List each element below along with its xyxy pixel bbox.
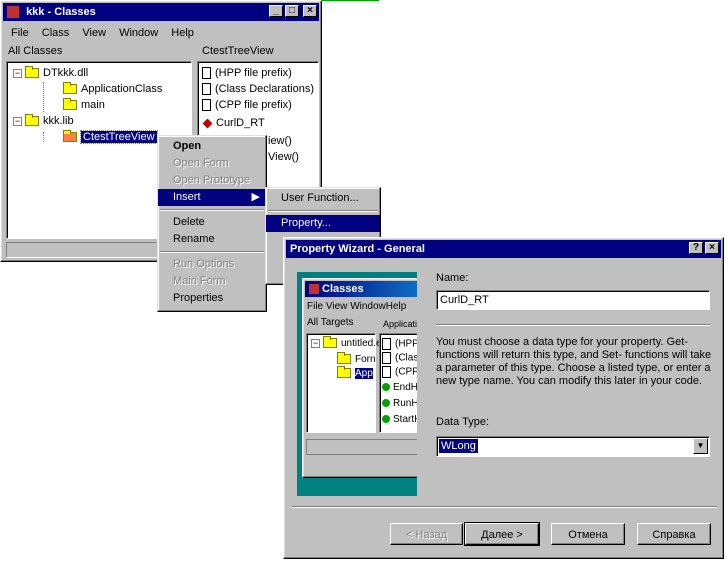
context-menu: Open Open Form Open Prototype Insert ▶ De… (157, 135, 267, 312)
menu-item-open-prototype[interactable]: Open Prototype (158, 172, 266, 189)
next-button[interactable]: Далее > (464, 522, 540, 546)
property-wizard-dialog: Property Wizard - General ? × Classes Fi… (283, 237, 724, 559)
menu-item-rename[interactable]: Rename (158, 231, 266, 248)
close-icon[interactable]: × (705, 242, 719, 254)
collapse-icon[interactable]: − (13, 68, 22, 78)
classes-titlebar[interactable]: kkk - Classes _ □ × (3, 3, 319, 21)
background-edge-line (319, 0, 379, 1)
preview-right-header: Applicatio (383, 319, 417, 329)
menu-item-insert[interactable]: Insert ▶ (158, 189, 266, 206)
classes-window-title: kkk - Classes (26, 6, 96, 18)
members-header: CtestTreeView (202, 45, 274, 57)
collapse-icon: − (311, 337, 320, 348)
app-icon (7, 6, 19, 19)
menu-item-open-form[interactable]: Open Form (158, 155, 266, 172)
document-icon (202, 83, 211, 96)
property-icon (202, 118, 213, 129)
menu-item-properties[interactable]: Properties (158, 290, 266, 307)
collapse-icon[interactable]: − (13, 116, 22, 126)
member-item[interactable]: (Class Declarations) (202, 83, 314, 96)
menu-class[interactable]: Class (42, 27, 70, 39)
member-item[interactable]: CurlD_RT (202, 117, 265, 129)
tree-item-selected[interactable]: CtestTreeView (63, 130, 158, 144)
all-classes-header: All Classes (8, 45, 63, 57)
tree-item[interactable]: main (63, 98, 105, 111)
dropdown-arrow-icon[interactable]: ▼ (693, 438, 708, 454)
menu-window[interactable]: Window (119, 27, 158, 39)
submenu-arrow-icon: ▶ (251, 191, 260, 203)
tree-item[interactable]: − DTkkk.dll (13, 66, 88, 79)
type-description: You must choose a data type for your pro… (436, 336, 712, 387)
preview-titlebar: Classes (305, 281, 417, 297)
tree-line (43, 82, 44, 112)
method-icon (382, 399, 390, 408)
menu-item-delete[interactable]: Delete (158, 214, 266, 231)
preview-tree: − untitled.e Forn App (306, 333, 382, 433)
document-icon (202, 99, 211, 112)
member-item[interactable]: (CPP file prefix) (202, 99, 292, 112)
tree-item[interactable]: − kkk.lib (13, 114, 74, 127)
document-icon (202, 67, 211, 80)
name-label: Name: (436, 272, 469, 284)
maximize-icon[interactable]: □ (285, 5, 299, 17)
tree-line (43, 132, 44, 142)
member-item[interactable]: (HPP file prefix) (202, 67, 292, 80)
menu-item-open[interactable]: Open (158, 138, 266, 155)
wizard-title: Property Wizard - General (290, 243, 425, 255)
folder-icon (25, 66, 39, 79)
menu-separator (160, 251, 264, 253)
menu-item-user-function[interactable]: User Function... (266, 190, 380, 207)
folder-icon (337, 352, 351, 365)
preview-menubar: File View WindowHelp (307, 301, 407, 312)
menu-separator (160, 209, 264, 211)
folder-icon (25, 114, 39, 127)
preview-window: Classes File View WindowHelp All Targets… (302, 278, 417, 478)
bottom-separator (292, 506, 717, 508)
menu-view[interactable]: View (82, 27, 106, 39)
tree-item[interactable]: ApplicationClass (63, 82, 162, 95)
document-icon (382, 366, 391, 378)
preview-members: (HPP (Class (CPP EndH RunH StartH (379, 333, 417, 433)
cancel-button[interactable]: Отмена (551, 523, 625, 545)
back-button[interactable]: < Назад (390, 523, 463, 545)
close-icon[interactable]: × (303, 5, 317, 17)
folder-icon (337, 366, 351, 379)
separator (436, 324, 710, 326)
wizard-preview-image: Classes File View WindowHelp All Targets… (297, 272, 417, 496)
member-item[interactable]: View() (268, 151, 299, 163)
data-type-combo[interactable]: WLong ▼ (436, 436, 710, 457)
app-icon (309, 284, 319, 295)
name-field[interactable]: CurlD_RT (436, 290, 710, 310)
data-type-value: WLong (439, 439, 478, 453)
document-icon (382, 338, 391, 350)
help-button[interactable]: Справка (637, 523, 711, 545)
folder-icon (63, 98, 77, 111)
menu-help[interactable]: Help (171, 27, 194, 39)
folder-icon (323, 336, 337, 349)
menu-item-run-options[interactable]: Run Options (158, 256, 266, 273)
help-icon[interactable]: ? (689, 242, 703, 254)
data-type-label: Data Type: (436, 416, 489, 428)
menu-item-main-form[interactable]: Main Form (158, 273, 266, 290)
preview-statusbar (306, 439, 417, 455)
method-icon (382, 383, 390, 392)
wizard-titlebar[interactable]: Property Wizard - General ? × (286, 240, 721, 258)
method-icon (382, 415, 390, 424)
menu-separator (268, 210, 378, 212)
minimize-icon[interactable]: _ (269, 5, 283, 17)
document-icon (382, 352, 391, 364)
class-folder-icon (63, 130, 77, 143)
menu-item-property[interactable]: Property... (266, 215, 380, 232)
classes-menubar: File Class View Window Help (11, 27, 204, 39)
member-item[interactable]: iew() (268, 135, 292, 147)
folder-icon (63, 82, 77, 95)
menu-file[interactable]: File (11, 27, 29, 39)
preview-left-header: All Targets (307, 317, 354, 328)
